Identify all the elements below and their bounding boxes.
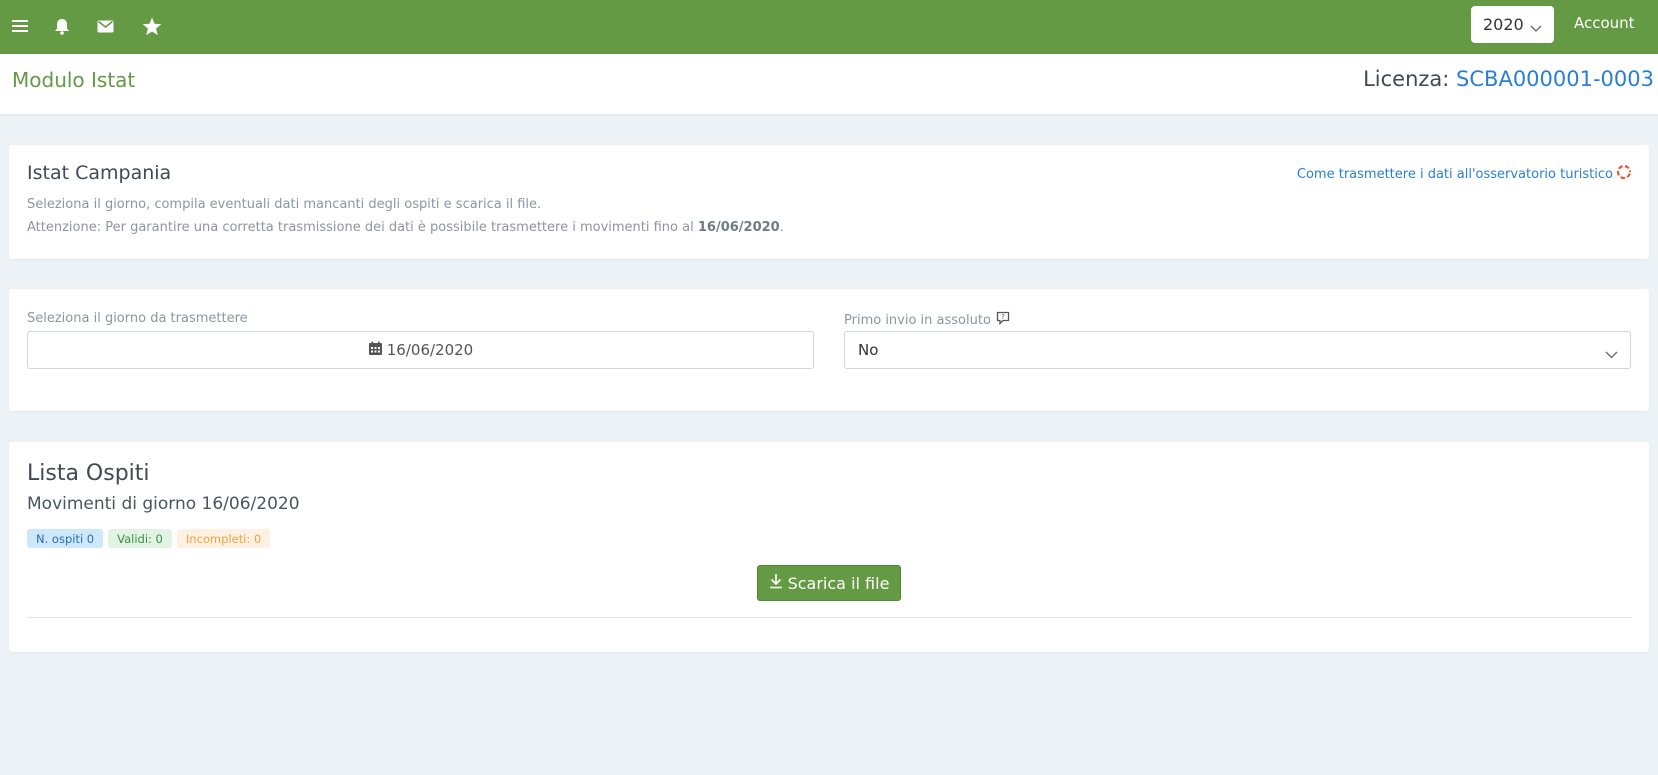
- badge-incomplete: Incompleti: 0: [176, 529, 271, 548]
- top-navbar: 2020 Account: [0, 0, 1658, 54]
- bell-icon[interactable]: [48, 12, 76, 40]
- download-button-label: Scarica il file: [787, 573, 890, 593]
- help-link-label: Come trasmettere i dati all'osservatorio…: [1296, 166, 1613, 182]
- badge-total-guests: N. ospiti 0: [27, 529, 104, 548]
- lifebuoy-icon: [1616, 164, 1632, 183]
- download-file-button[interactable]: Scarica il file: [757, 565, 901, 601]
- help-tooltip-icon[interactable]: ?: [996, 311, 1010, 329]
- date-input[interactable]: 16/06/2020: [27, 331, 814, 369]
- info-card: Istat Campania Come trasmettere i dati a…: [9, 145, 1649, 259]
- year-select-value: 2020: [1483, 15, 1524, 34]
- warning-text-prefix: Attenzione: Per garantire una corretta t…: [27, 220, 694, 235]
- first-send-select[interactable]: No: [844, 331, 1631, 369]
- page-header: Modulo Istat Licenza: SCBA000001-0003: [0, 54, 1658, 114]
- star-icon[interactable]: [138, 12, 166, 40]
- chevron-down-icon: [1605, 345, 1618, 363]
- mail-icon[interactable]: [91, 12, 119, 40]
- year-select[interactable]: 2020: [1471, 6, 1554, 43]
- calendar-icon: [368, 341, 383, 360]
- warning-text-suffix: .: [779, 220, 784, 235]
- page-title: Modulo Istat: [12, 68, 136, 92]
- divider: [27, 617, 1632, 618]
- help-link[interactable]: Come trasmettere i dati all'osservatorio…: [1296, 164, 1632, 183]
- instructions-text: Seleziona il giorno, compila eventuali d…: [27, 197, 542, 212]
- guests-title: Lista Ospiti: [27, 461, 150, 486]
- menu-icon[interactable]: [6, 12, 34, 40]
- first-send-select-value: No: [858, 341, 879, 359]
- guest-badges: N. ospiti 0 Validi: 0 Incompleti: 0: [27, 529, 271, 548]
- warning-deadline-date: 16/06/2020: [697, 220, 780, 235]
- chevron-down-icon: [1530, 18, 1542, 37]
- license-info: Licenza: SCBA000001-0003: [1363, 67, 1654, 91]
- form-card: Seleziona il giorno da trasmettere 16/06…: [9, 289, 1649, 411]
- account-link[interactable]: Account: [1574, 14, 1635, 32]
- date-input-value: 16/06/2020: [386, 341, 474, 359]
- download-icon: [769, 573, 783, 593]
- guests-subtitle: Movimenti di giorno 16/06/2020: [27, 494, 300, 514]
- license-label: Licenza:: [1363, 67, 1450, 91]
- card-title: Istat Campania: [27, 162, 172, 184]
- badge-valid: Validi: 0: [108, 529, 172, 548]
- license-code: SCBA000001-0003: [1456, 67, 1654, 91]
- first-send-label: Primo invio in assoluto ?: [844, 311, 1010, 329]
- first-send-label-text: Primo invio in assoluto: [844, 312, 991, 328]
- guests-card: Lista Ospiti Movimenti di giorno 16/06/2…: [9, 442, 1649, 652]
- svg-text:?: ?: [1001, 313, 1005, 321]
- date-field-label: Seleziona il giorno da trasmettere: [27, 311, 248, 326]
- warning-text: Attenzione: Per garantire una corretta t…: [27, 220, 784, 235]
